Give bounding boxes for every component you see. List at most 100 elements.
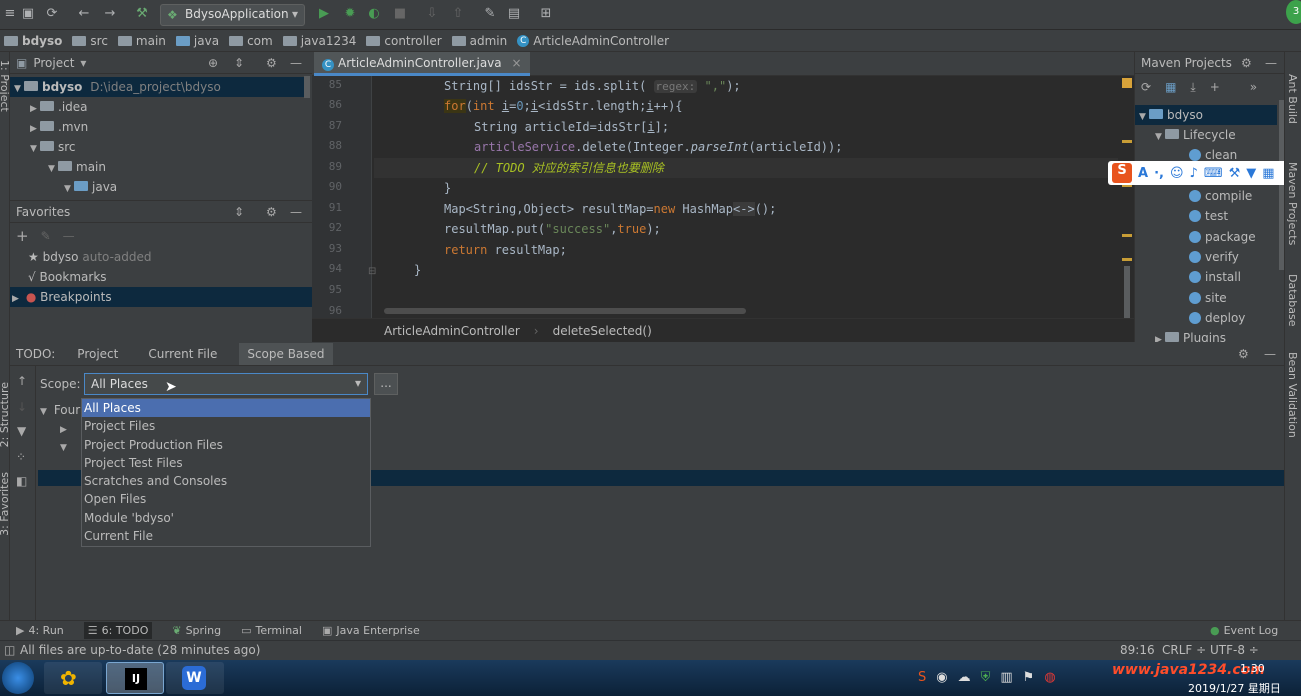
keyboard-icon[interactable]: ⌨ <box>1204 166 1223 181</box>
notification-badge[interactable]: 3 <box>1286 0 1301 24</box>
taskbar-app-wps[interactable]: W <box>166 662 224 694</box>
tree-item-src[interactable]: ▼ src <box>30 137 76 157</box>
scope-option-test-files[interactable]: Project Test Files <box>82 454 370 472</box>
bean-validation-tool-tab[interactable]: Bean Validation <box>1286 352 1299 438</box>
taskbar-app-intellij[interactable]: IJ <box>106 662 164 694</box>
collapse-all-icon[interactable]: ⇕ <box>234 205 244 219</box>
editor-tab[interactable]: C ArticleAdminController.java × <box>314 52 530 76</box>
maven-goal-install[interactable]: install <box>1189 267 1241 287</box>
caret-position[interactable]: 89:16 <box>1120 643 1155 657</box>
horizontal-scrollbar[interactable] <box>384 308 746 314</box>
start-button[interactable] <box>2 662 34 694</box>
scroll-from-source-icon[interactable]: ⊕ <box>208 56 218 70</box>
minimize-icon[interactable]: — <box>1265 56 1277 70</box>
punctuation-icon[interactable]: ·, <box>1154 166 1164 181</box>
tree-item-mvn[interactable]: ▶ .mvn <box>30 117 88 137</box>
dictionary-tray-icon[interactable]: ⚑ <box>1023 670 1035 685</box>
spring-tool-button[interactable]: ❦ Spring <box>172 624 221 637</box>
skin-icon[interactable]: ▼ <box>1246 166 1256 181</box>
scope-option-open-files[interactable]: Open Files <box>82 490 370 508</box>
crumb-controller[interactable]: controller <box>366 34 447 48</box>
todo-tree-node[interactable]: ▶ <box>60 421 70 435</box>
scope-option-current-file[interactable]: Current File <box>82 527 370 545</box>
sogou-tray-icon[interactable]: S <box>918 670 926 685</box>
breadcrumb-method[interactable]: deleteSelected() <box>553 324 652 338</box>
crumb-project[interactable]: bdyso <box>4 34 68 48</box>
sogou-logo-icon[interactable]: S <box>1112 163 1132 183</box>
crumb-main[interactable]: main <box>117 34 172 48</box>
tree-item-main[interactable]: ▼ main <box>48 157 106 177</box>
scope-select[interactable]: All Places ▾ <box>84 373 368 395</box>
event-log-button[interactable]: ● Event Log <box>1210 624 1278 637</box>
microphone-icon[interactable]: ♪ <box>1190 166 1198 181</box>
minimize-icon[interactable]: — <box>290 205 302 219</box>
emoji-icon[interactable]: ☺ <box>1170 166 1184 181</box>
menu-icon[interactable]: ≡ <box>2 6 18 22</box>
edit-icon[interactable]: ✎ <box>41 229 51 243</box>
next-todo-icon[interactable]: ↓ <box>17 400 27 414</box>
network-tray-icon[interactable]: ▥ <box>1000 670 1012 685</box>
maven-lifecycle[interactable]: ▼ Lifecycle <box>1155 125 1236 145</box>
group-by-icon[interactable]: ⁘ <box>16 450 26 464</box>
tree-item-bdyso[interactable]: ▼ bdyso D:\idea_project\bdyso <box>10 77 310 97</box>
crumb-java[interactable]: java <box>175 34 225 48</box>
sdk-manager-icon[interactable]: ⊞ <box>538 6 554 22</box>
vcs-update-icon[interactable]: ⇩ <box>424 6 440 22</box>
scope-browse-button[interactable]: ... <box>374 373 398 395</box>
terminal-tool-button[interactable]: ▭ Terminal <box>241 624 302 637</box>
maven-goal-compile[interactable]: compile <box>1189 186 1252 206</box>
stripe-mark[interactable] <box>1122 258 1132 261</box>
project-panel-title[interactable]: Project <box>33 56 74 70</box>
previous-todo-icon[interactable]: ↑ <box>17 374 27 388</box>
todo-tab-project[interactable]: Project <box>69 343 126 365</box>
forward-icon[interactable]: → <box>102 6 118 22</box>
gear-icon[interactable]: ⚙ <box>1238 347 1249 361</box>
cloud-tray-icon[interactable]: ☁ <box>958 670 971 685</box>
filter-icon[interactable]: ▼ <box>17 424 26 438</box>
favorites-item-breakpoints[interactable]: ▶ ● Breakpoints <box>10 287 312 307</box>
run-configuration-select[interactable]: ❖ BdysoApplication ▾ <box>160 4 305 26</box>
scope-option-module[interactable]: Module 'bdyso' <box>82 509 370 527</box>
sync-icon[interactable]: ⟳ <box>44 6 60 22</box>
download-icon[interactable]: ⤓ <box>1190 80 1195 95</box>
scope-option-all-places[interactable]: All Places <box>82 399 370 418</box>
crumb-class[interactable]: C ArticleAdminController <box>517 34 675 48</box>
reimport-icon[interactable]: ⟳ <box>1141 80 1151 95</box>
taskbar-app-explorer[interactable]: ✿ <box>44 662 102 694</box>
antivirus-tray-icon[interactable]: ◍ <box>1044 670 1055 685</box>
add-icon[interactable]: + <box>16 227 29 245</box>
generate-sources-icon[interactable]: ▦ <box>1165 80 1176 95</box>
vertical-scrollbar[interactable] <box>1124 266 1130 326</box>
run-tool-button[interactable]: ▶ 4: Run <box>16 624 64 637</box>
favorites-item-bdyso[interactable]: ★ bdyso auto-added <box>28 247 152 267</box>
maven-goal-test[interactable]: test <box>1189 206 1228 226</box>
gear-icon[interactable]: ⚙ <box>266 56 277 70</box>
maven-goal-site[interactable]: site <box>1189 288 1227 308</box>
scope-option-scratches[interactable]: Scratches and Consoles <box>82 472 370 490</box>
maven-goal-deploy[interactable]: deploy <box>1189 308 1245 328</box>
todo-tab-scope-based[interactable]: Scope Based <box>239 342 333 365</box>
maven-plugins[interactable]: ▶ Plugins <box>1155 328 1226 342</box>
favorites-item-bookmarks[interactable]: √ Bookmarks <box>28 267 107 287</box>
code-area[interactable]: String[] idsStr = ids.split( regex: ",")… <box>374 76 1118 318</box>
clock-date[interactable]: 2019/1/27 星期日 <box>1188 680 1281 696</box>
grid-icon[interactable]: ▦ <box>1262 166 1274 181</box>
status-icon[interactable]: ◫ <box>4 643 15 657</box>
settings-wrench-icon[interactable]: ✎ <box>482 6 498 22</box>
warning-indicator[interactable] <box>1122 78 1132 88</box>
remove-icon[interactable]: — <box>63 229 75 243</box>
todo-tree-node[interactable]: ▼ <box>60 439 70 453</box>
stripe-mark[interactable] <box>1122 140 1132 143</box>
todo-tool-button[interactable]: ☰ 6: TODO <box>83 622 153 639</box>
collapse-all-icon[interactable]: ⇕ <box>234 56 244 70</box>
crumb-admin[interactable]: admin <box>451 34 514 48</box>
back-icon[interactable]: ← <box>76 6 92 22</box>
gear-icon[interactable]: ⚙ <box>1241 56 1252 70</box>
run-icon[interactable]: ▶ <box>316 6 332 22</box>
maven-goal-package[interactable]: package <box>1189 227 1256 247</box>
crumb-src[interactable]: src <box>72 34 114 48</box>
database-tool-tab[interactable]: Database <box>1286 274 1299 327</box>
scope-option-project-files[interactable]: Project Files <box>82 417 370 435</box>
close-icon[interactable]: × <box>511 56 521 70</box>
chrome-tray-icon[interactable]: ◉ <box>936 670 947 685</box>
